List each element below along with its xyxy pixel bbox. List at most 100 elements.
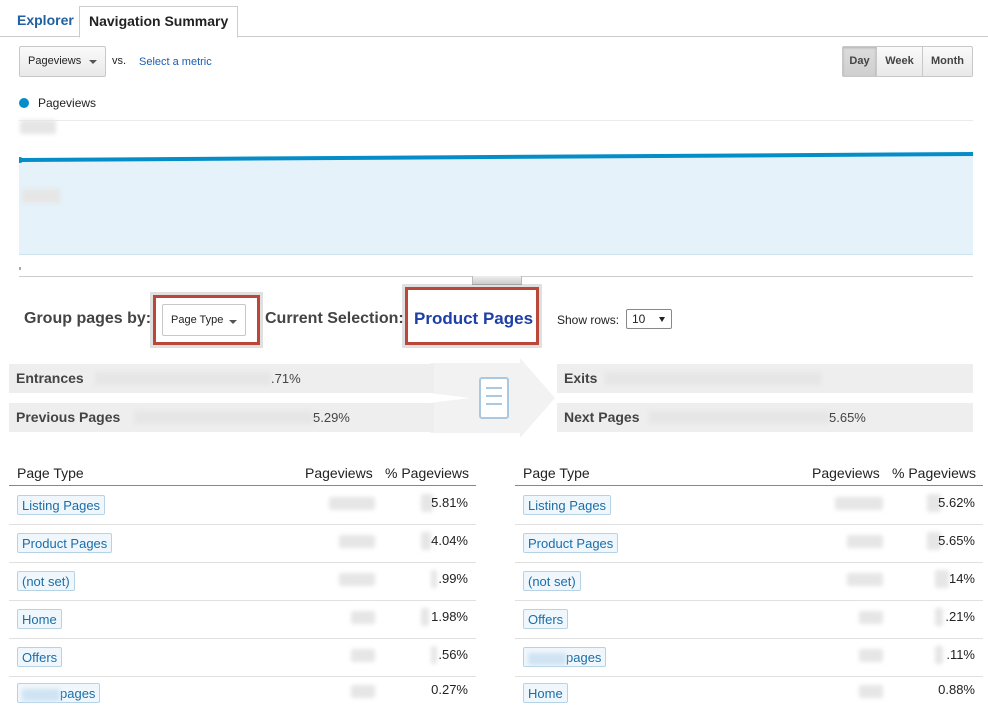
percent-value: .99%: [438, 571, 468, 586]
pageviews-redacted: [859, 649, 883, 662]
show-rows-select[interactable]: 10: [626, 309, 672, 329]
page-type-link[interactable]: Listing Pages: [17, 495, 106, 515]
next-pages-band[interactable]: Next Pages 5.65%: [557, 403, 973, 432]
entrances-percent: .71%: [271, 371, 301, 386]
column-header-percent-pageviews[interactable]: % Pageviews: [385, 465, 469, 481]
column-header-page-type: Page Type: [17, 465, 84, 481]
bar-redacted: [421, 532, 431, 550]
page-type-link[interactable]: Home: [523, 683, 568, 703]
show-rows-label: Show rows:: [557, 313, 620, 327]
pageviews-redacted: [351, 611, 375, 624]
page-document-icon: [479, 377, 509, 419]
y-axis-max-label-redacted: [20, 120, 56, 134]
pageviews-chart[interactable]: [19, 120, 973, 277]
pageviews-redacted: [859, 611, 883, 624]
period-week-button[interactable]: Week: [876, 46, 923, 77]
tab-navigation-summary[interactable]: Navigation Summary: [79, 6, 239, 38]
chart-collapse-handle[interactable]: [472, 276, 522, 285]
previous-pages-band[interactable]: Previous Pages 5.29%: [9, 403, 434, 432]
exits-count-redacted: [605, 372, 821, 385]
page-type-link[interactable]: (not set): [17, 571, 75, 591]
page-type-link[interactable]: Offers: [17, 647, 63, 667]
entrances-label: Entrances: [16, 370, 84, 386]
page-type-link[interactable]: Product Pages: [523, 533, 619, 553]
bar-redacted: [935, 570, 949, 588]
y-axis-mid-label-redacted: [22, 189, 60, 203]
page-type-link[interactable]: Home: [17, 609, 62, 629]
exits-label: Exits: [564, 370, 598, 386]
table-row: Product Pages 5.65%: [515, 525, 983, 563]
percent-value: .21%: [945, 609, 975, 624]
bar-redacted: [421, 608, 429, 626]
bar-redacted: [431, 570, 437, 588]
group-select-label: Page Type: [171, 314, 224, 326]
table-row: (not set) 14%: [515, 563, 983, 601]
table-row: Offers .56%: [9, 639, 476, 677]
table-row: pages 0.27%: [9, 677, 476, 711]
table-row: Offers .21%: [515, 601, 983, 639]
previous-pages-count-redacted: [134, 411, 314, 424]
caret-down-icon: [659, 317, 665, 322]
flow-arrows: [430, 358, 555, 438]
pageviews-redacted: [859, 685, 883, 698]
legend-dot-icon: [19, 98, 29, 108]
group-pages-select[interactable]: Page Type: [162, 304, 246, 336]
page-type-link[interactable]: pages: [17, 683, 101, 703]
bar-redacted: [935, 646, 943, 664]
table-row: Home 1.98%: [9, 601, 476, 639]
exits-band: Exits: [557, 364, 973, 393]
pageviews-redacted: [847, 573, 883, 586]
pageviews-redacted: [351, 685, 375, 698]
group-pages-by-label: Group pages by:: [24, 310, 152, 327]
previous-pages-table: Page Type Pageviews % Pageviews Listing …: [9, 458, 476, 711]
current-selection-value[interactable]: Product Pages: [414, 309, 533, 329]
percent-value: 0.27%: [431, 682, 468, 697]
entrances-band: Entrances .71%: [9, 364, 434, 393]
show-rows-value: 10: [632, 312, 646, 326]
previous-pages-label: Previous Pages: [16, 409, 121, 425]
period-month-button[interactable]: Month: [922, 46, 973, 77]
table-row: Listing Pages 5.81%: [9, 486, 476, 524]
percent-value: .11%: [946, 647, 975, 662]
table-row: pages .11%: [515, 639, 983, 677]
pageviews-redacted: [835, 497, 883, 510]
column-header-percent-pageviews[interactable]: % Pageviews: [892, 465, 976, 481]
percent-value: 4.04%: [431, 533, 468, 548]
table-row: Product Pages 4.04%: [9, 525, 476, 563]
column-header-pageviews[interactable]: Pageviews: [812, 465, 880, 481]
page-type-link[interactable]: pages: [523, 647, 607, 667]
table-row: Listing Pages 5.62%: [515, 486, 983, 524]
entrances-count-redacted: [95, 372, 271, 385]
next-pages-percent: 5.65%: [829, 410, 866, 425]
percent-value: 1.98%: [431, 609, 468, 624]
percent-value: 5.62%: [938, 495, 975, 510]
page-type-link[interactable]: Offers: [523, 609, 569, 629]
table-row: Home 0.88%: [515, 677, 983, 711]
pageviews-redacted: [329, 497, 375, 510]
pageviews-area: [19, 154, 973, 254]
next-pages-count-redacted: [649, 411, 829, 424]
legend-pageviews: Pageviews: [38, 96, 97, 110]
next-pages-label: Next Pages: [564, 409, 640, 425]
pageviews-redacted: [351, 649, 375, 662]
current-selection-label: Current Selection:: [265, 310, 404, 327]
bar-redacted: [431, 646, 437, 664]
previous-pages-percent: 5.29%: [313, 410, 350, 425]
tab-explorer[interactable]: Explorer: [8, 6, 83, 35]
page-type-link[interactable]: (not set): [523, 571, 581, 591]
pageviews-redacted: [847, 535, 883, 548]
chevron-down-icon: [229, 320, 237, 324]
percent-value: 14%: [948, 571, 975, 586]
page-type-link[interactable]: Product Pages: [17, 533, 113, 553]
metric-select[interactable]: Pageviews: [19, 46, 106, 77]
column-header-pageviews[interactable]: Pageviews: [305, 465, 373, 481]
column-header-page-type: Page Type: [523, 465, 590, 481]
bar-redacted: [935, 608, 943, 626]
period-day-button[interactable]: Day: [842, 46, 877, 77]
percent-value: 0.88%: [938, 682, 975, 697]
table-row: (not set) .99%: [9, 563, 476, 601]
page-type-link[interactable]: Listing Pages: [523, 495, 612, 515]
percent-value: 5.81%: [431, 495, 468, 510]
select-metric-link[interactable]: Select a metric: [139, 56, 212, 68]
next-pages-table: Page Type Pageviews % Pageviews Listing …: [515, 458, 983, 711]
